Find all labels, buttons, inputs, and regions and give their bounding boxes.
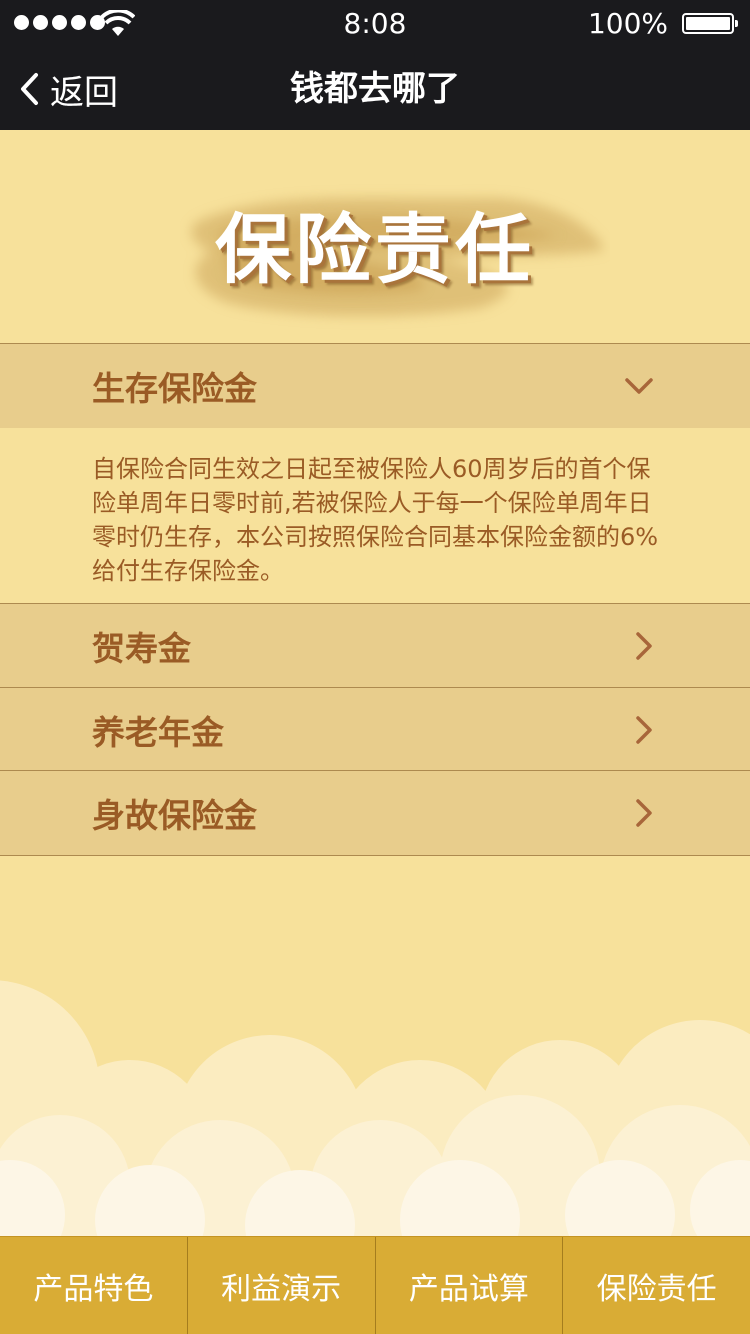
- accordion-item-label: 生存保险金: [92, 369, 257, 408]
- accordion-item-label: 养老年金: [92, 712, 224, 752]
- accordion-item-death-benefit[interactable]: 身故保险金: [0, 770, 750, 856]
- tab-insurance-liability[interactable]: 保险责任: [563, 1237, 750, 1334]
- tab-benefit-illustration[interactable]: 利益演示: [188, 1237, 376, 1334]
- accordion-content: 自保险合同生效之日起至被保险人60周岁后的首个保险单周年日零时前,若被保险人于每…: [0, 428, 750, 604]
- bottom-tab-bar: 产品特色 利益演示 产品试算 保险责任: [0, 1236, 750, 1334]
- chevron-right-icon: [634, 798, 654, 828]
- battery-icon: [682, 13, 738, 34]
- accordion-item-label: 身故保险金: [92, 796, 257, 835]
- banner-title: 保险责任: [215, 205, 535, 294]
- chevron-right-icon: [634, 715, 654, 745]
- tab-product-calculator[interactable]: 产品试算: [376, 1237, 564, 1334]
- accordion-item-label: 贺寿金: [92, 628, 191, 668]
- battery-percentage: 100%: [587, 7, 668, 40]
- page-title: 钱都去哪了: [290, 69, 460, 109]
- survival-benefit-description: 自保险合同生效之日起至被保险人60周岁后的首个保险单周年日零时前,若被保险人于每…: [92, 455, 659, 585]
- section-banner: 保险责任: [0, 130, 750, 344]
- accordion-item-pension-annuity[interactable]: 养老年金: [0, 687, 750, 772]
- tab-product-features[interactable]: 产品特色: [0, 1237, 188, 1334]
- chevron-down-icon: [624, 376, 654, 396]
- status-bar: 8:08 100%: [0, 0, 750, 48]
- accordion-item-survival-benefit[interactable]: 生存保险金: [0, 343, 750, 429]
- chevron-right-icon: [634, 631, 654, 661]
- navigation-bar: 返回 钱都去哪了: [0, 48, 750, 130]
- accordion-item-birthday-benefit[interactable]: 贺寿金: [0, 603, 750, 688]
- cloud-decoration: [0, 980, 750, 1236]
